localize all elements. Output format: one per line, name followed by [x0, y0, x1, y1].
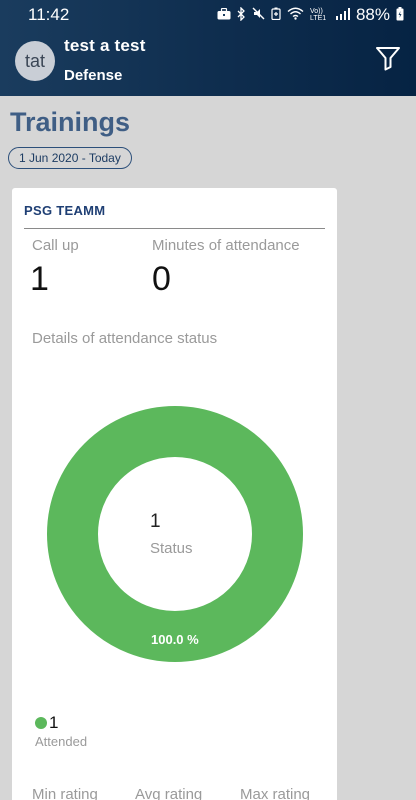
signal-icon: [335, 7, 350, 23]
date-range-label: 1 Jun 2020 - Today: [19, 151, 121, 165]
donut-center-value: 1: [150, 511, 161, 532]
bluetooth-icon: [237, 5, 246, 24]
avg-rating-label: Avg rating: [135, 786, 203, 800]
status-time: 11:42: [28, 5, 70, 24]
call-up-label: Call up: [32, 237, 79, 254]
mute-icon: [252, 7, 265, 23]
battery-percent: 88%: [355, 5, 390, 24]
battery-saver-icon: [271, 7, 281, 23]
network-label: Vo)) LTE1: [309, 8, 327, 22]
app-header: 11:42 Vo)) LTE1 88% tat test a test Defe…: [0, 0, 416, 96]
min-rating-label: Min rating: [32, 786, 98, 800]
user-role: Defense: [64, 67, 123, 84]
attendance-donut-chart[interactable]: [47, 406, 303, 662]
page-title: Trainings: [10, 107, 131, 137]
user-name: test a test: [64, 36, 146, 55]
details-label: Details of attendance status: [32, 330, 218, 347]
donut-segment-attended[interactable]: [47, 406, 303, 662]
battery-icon: [396, 6, 404, 24]
filter-icon: [376, 47, 400, 71]
avatar[interactable]: tat: [15, 41, 55, 81]
status-bar: 11:42 Vo)) LTE1 88%: [0, 0, 416, 30]
minutes-label: Minutes of attendance: [152, 237, 300, 254]
legend-label-attended: Attended: [35, 734, 88, 749]
max-rating-label: Max rating: [240, 786, 311, 800]
wifi-icon: [287, 7, 304, 23]
status-icons: Vo)) LTE1 88%: [217, 5, 404, 25]
legend-dot-attended: [35, 717, 47, 729]
divider: [24, 228, 325, 229]
briefcase-icon: [217, 7, 231, 23]
donut-percent-label: 100.0 %: [151, 632, 199, 647]
minutes-value: 0: [152, 260, 171, 298]
filter-button[interactable]: [374, 44, 402, 72]
team-stats-card: PSG TEAMM Call up 1 Minutes of attendanc…: [12, 188, 337, 800]
date-range-chip[interactable]: 1 Jun 2020 - Today: [8, 147, 132, 169]
call-up-value: 1: [30, 260, 49, 298]
avatar-initials: tat: [24, 50, 45, 71]
team-name: PSG TEAMM: [24, 203, 106, 218]
legend-count-attended: 1: [49, 713, 59, 732]
donut-center-label: Status: [150, 540, 193, 557]
